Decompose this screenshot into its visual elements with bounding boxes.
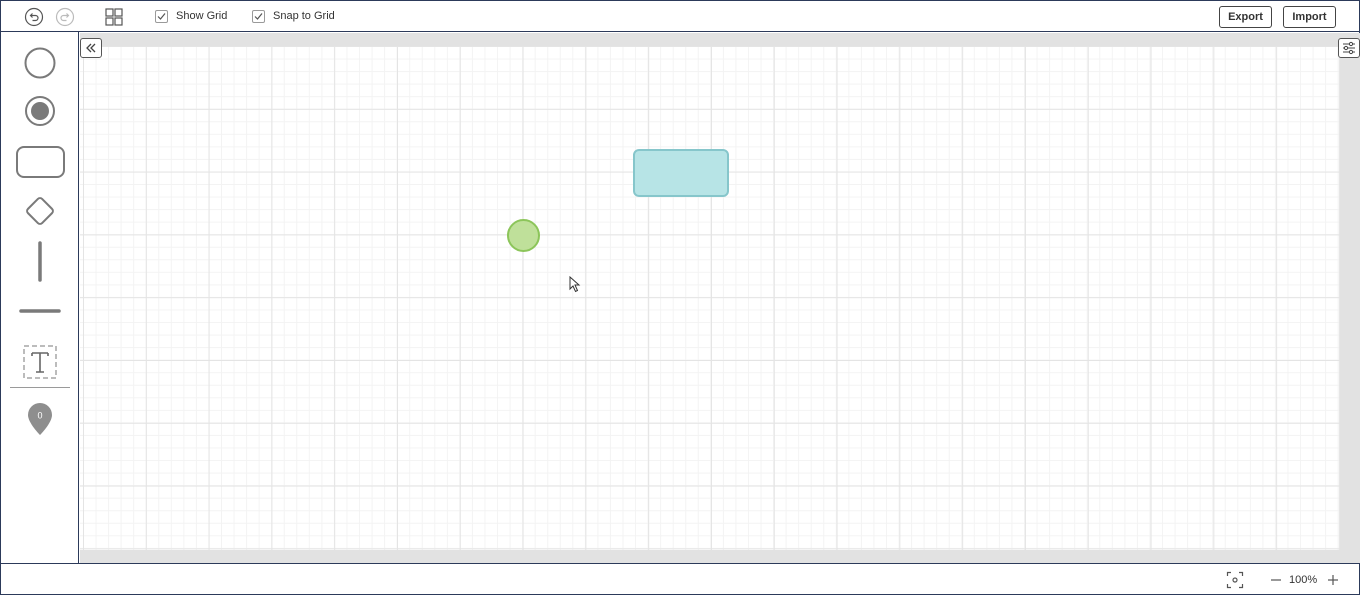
text-box-icon — [23, 345, 57, 379]
marker-count: 0 — [37, 411, 42, 421]
palette-divider — [10, 387, 70, 388]
palette-task[interactable] — [13, 144, 67, 180]
map-pin-icon: 0 — [28, 403, 52, 435]
fit-screen-icon[interactable] — [1225, 570, 1245, 590]
task-shape[interactable] — [633, 149, 729, 197]
mouse-cursor-icon — [569, 276, 581, 293]
palette-marker[interactable]: 0 — [13, 400, 67, 438]
check-icon — [254, 12, 263, 20]
grid-layout-icon[interactable] — [103, 6, 125, 28]
undo-icon[interactable] — [23, 6, 45, 28]
palette-start-event[interactable] — [13, 46, 67, 80]
rounded-rect-icon — [16, 146, 65, 178]
circle-icon — [24, 47, 56, 79]
check-icon — [157, 12, 166, 20]
collapse-palette-button[interactable] — [80, 38, 102, 58]
plus-icon — [1328, 575, 1338, 585]
double-chevron-left-icon — [86, 43, 96, 53]
palette-vertical-line[interactable] — [13, 240, 67, 284]
checkbox-box[interactable] — [155, 9, 168, 23]
start-event-shape[interactable] — [507, 219, 540, 252]
canvas-settings-button[interactable] — [1338, 38, 1360, 58]
palette-text[interactable] — [13, 342, 67, 382]
palette-horizontal-line[interactable] — [13, 302, 67, 320]
shape-palette: 0 — [1, 32, 79, 563]
horizontal-line-icon — [19, 309, 61, 313]
import-button[interactable]: Import — [1283, 6, 1336, 28]
show-grid-checkbox[interactable]: Show Grid — [155, 9, 227, 23]
zoom-in-button[interactable] — [1323, 570, 1343, 590]
show-grid-label: Show Grid — [176, 10, 228, 22]
minus-icon — [1271, 579, 1281, 581]
palette-gateway[interactable] — [13, 193, 67, 229]
top-toolbar: Show Grid Snap to Grid Export Import — [1, 1, 1359, 32]
export-button[interactable]: Export — [1219, 6, 1272, 28]
palette-end-event[interactable] — [13, 94, 67, 128]
snap-to-grid-label: Snap to Grid — [273, 10, 335, 22]
canvas-area — [80, 33, 1360, 563]
sliders-icon — [1343, 41, 1355, 55]
diagram-canvas[interactable] — [80, 46, 1340, 550]
vertical-line-icon — [38, 241, 42, 282]
snap-to-grid-checkbox[interactable]: Snap to Grid — [252, 9, 335, 23]
bottom-statusbar: 100% — [1, 563, 1359, 594]
filled-circle-icon — [25, 96, 55, 126]
diagram-editor: Show Grid Snap to Grid Export Import 0 1… — [0, 0, 1360, 595]
redo-icon[interactable] — [54, 6, 76, 28]
zoom-level: 100% — [1289, 574, 1318, 586]
diamond-icon — [26, 197, 54, 225]
checkbox-box[interactable] — [252, 9, 265, 23]
zoom-out-button[interactable] — [1266, 570, 1286, 590]
